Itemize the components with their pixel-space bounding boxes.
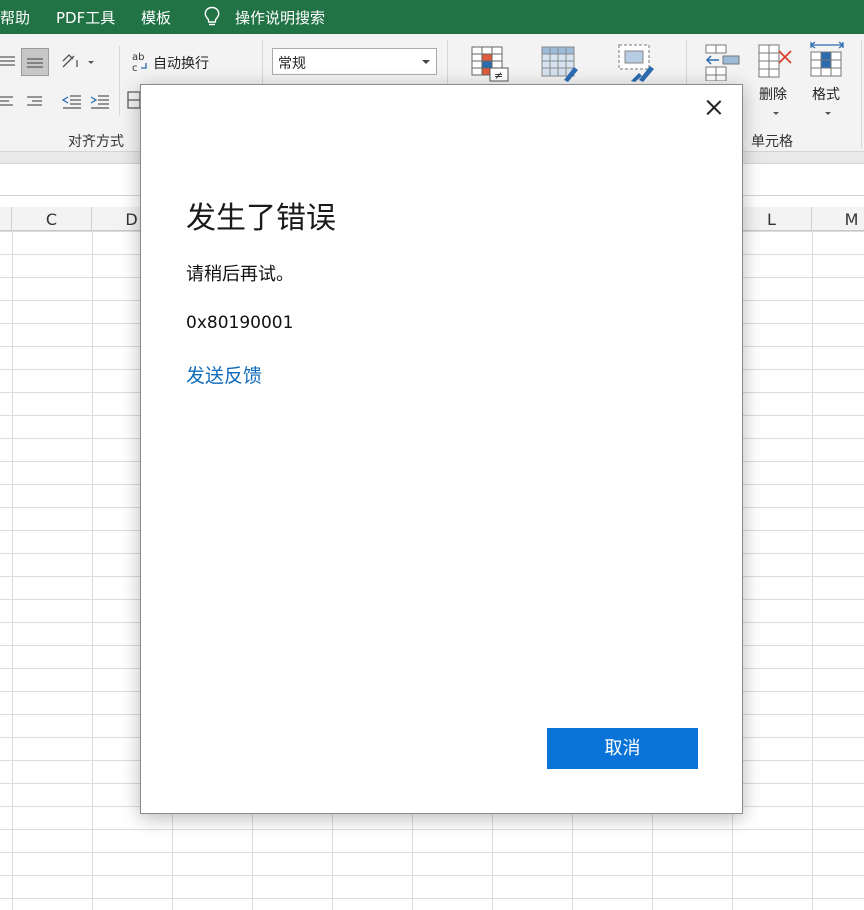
column-header-b[interactable] (0, 207, 12, 231)
error-code: 0x80190001 (186, 313, 294, 333)
cell-styles-icon[interactable] (617, 43, 659, 83)
error-dialog: 发生了错误 请稍后再试。 0x80190001 发送反馈 取消 (140, 84, 743, 814)
svg-text:c: c (132, 63, 138, 74)
cancel-button[interactable]: 取消 (547, 728, 698, 769)
grid-line (12, 231, 13, 910)
send-feedback-link[interactable]: 发送反馈 (186, 361, 262, 388)
search-tell-me[interactable]: 操作说明搜索 (235, 7, 325, 28)
align-left-icon[interactable] (0, 92, 18, 112)
conditional-formatting-icon[interactable]: ≠ (470, 45, 510, 83)
orientation-dropdown-icon[interactable] (88, 61, 94, 64)
delete-dropdown-icon[interactable] (773, 112, 779, 115)
decrease-indent-icon[interactable] (61, 92, 83, 112)
number-format-value: 常规 (278, 56, 306, 72)
format-dropdown-icon[interactable] (825, 112, 831, 115)
format-button[interactable]: 格式 (812, 84, 840, 104)
menu-pdf-tools[interactable]: PDF工具 (56, 7, 115, 28)
chevron-down-icon (422, 60, 430, 64)
wrap-text-icon[interactable]: ab c (131, 50, 149, 74)
menu-templates[interactable]: 模板 (141, 7, 171, 28)
align-middle-icon (27, 58, 43, 68)
dialog-title: 发生了错误 (186, 201, 336, 236)
grid-line (812, 231, 813, 910)
merge-center-icon[interactable] (127, 90, 141, 112)
column-header-l[interactable]: L (732, 207, 812, 231)
format-cells-icon[interactable] (808, 41, 846, 83)
separator (861, 40, 862, 148)
insert-cells-icon[interactable] (703, 43, 743, 81)
separator (119, 46, 120, 116)
cells-group-label: 单元格 (751, 134, 793, 150)
lightbulb-icon[interactable] (203, 6, 221, 28)
align-top-icon[interactable] (0, 50, 18, 72)
dialog-message: 请稍后再试。 (186, 264, 294, 285)
format-as-table-icon[interactable] (540, 45, 582, 83)
number-format-select[interactable]: 常规 (272, 48, 437, 75)
delete-button[interactable]: 删除 (759, 84, 787, 104)
column-header-c[interactable]: C (12, 207, 92, 231)
delete-cells-icon[interactable] (757, 43, 797, 81)
menu-bar: 帮助 PDF工具 模板 操作说明搜索 (0, 0, 864, 34)
wrap-text-button[interactable]: 自动换行 (153, 53, 209, 73)
align-right-icon[interactable] (24, 92, 44, 112)
svg-text:ab: ab (132, 52, 144, 63)
close-icon[interactable] (703, 97, 725, 119)
align-middle-button[interactable] (21, 48, 49, 76)
alignment-group-label: 对齐方式 (68, 134, 124, 150)
orientation-icon[interactable] (60, 50, 86, 74)
svg-text:≠: ≠ (494, 69, 503, 82)
menu-help[interactable]: 帮助 (0, 7, 30, 28)
increase-indent-icon[interactable] (89, 92, 111, 112)
grid-line (92, 231, 93, 910)
column-header-m[interactable]: M (812, 207, 864, 231)
